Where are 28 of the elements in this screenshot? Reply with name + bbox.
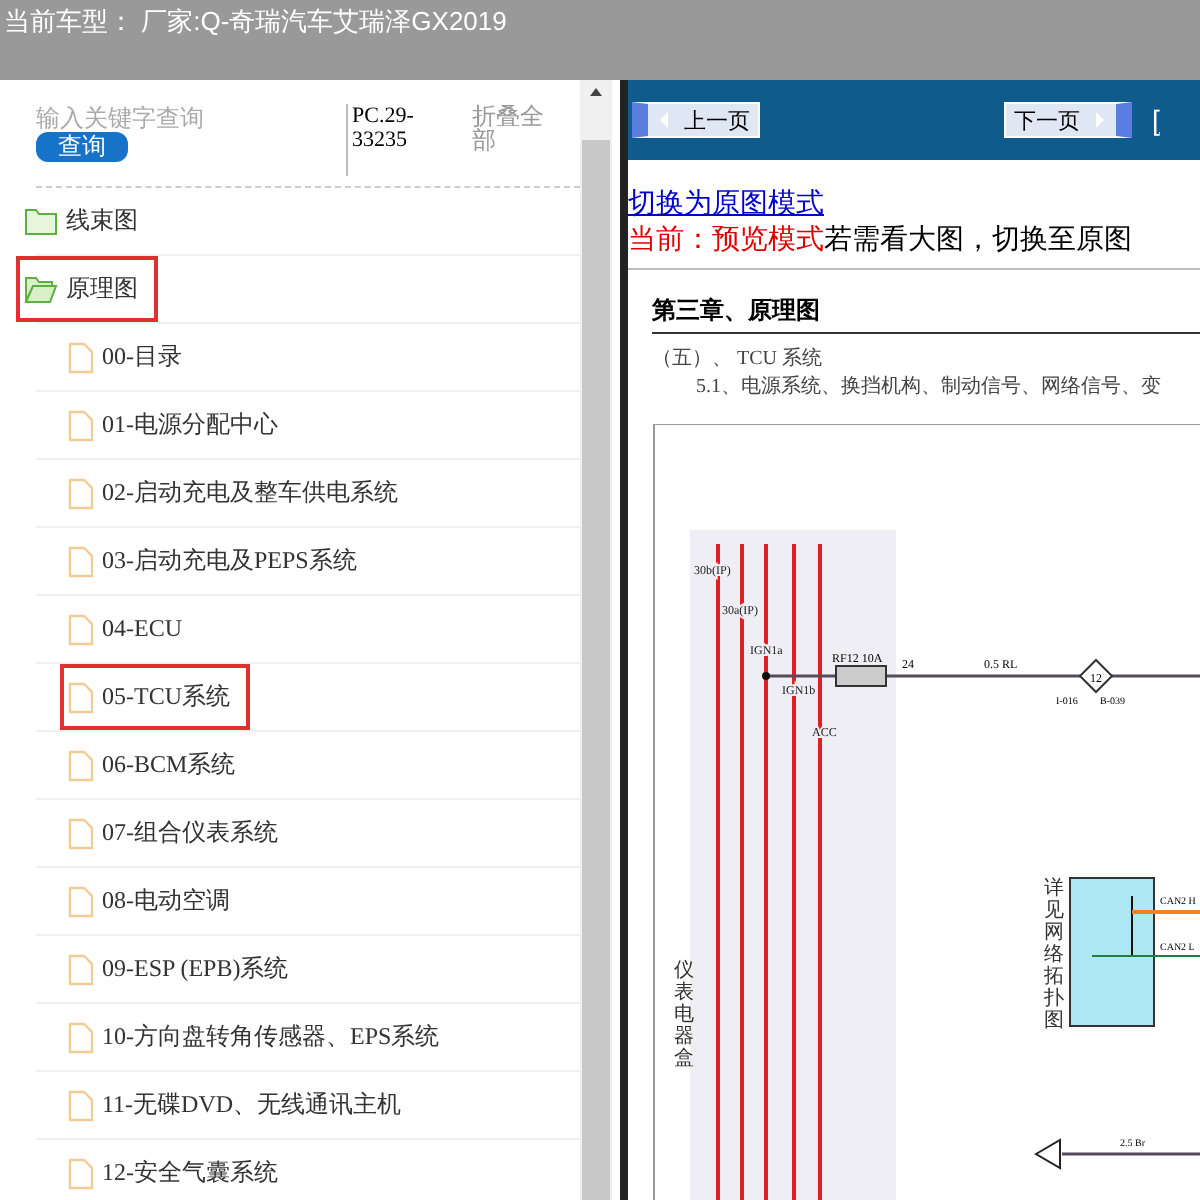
tree-file[interactable]: 00-目录: [60, 324, 202, 390]
tree-file[interactable]: 01-电源分配中心: [60, 392, 298, 458]
tree-file[interactable]: 08-电动空调: [60, 868, 250, 934]
document-code: PC.29-33235: [346, 104, 456, 176]
tree-file[interactable]: 02-启动充电及整车供电系统: [60, 460, 418, 526]
next-page-button[interactable]: 下一页: [1004, 102, 1132, 138]
switch-mode-link[interactable]: 切换为原图模式: [628, 184, 824, 220]
section-heading: （五）、 TCU 系统: [652, 345, 824, 372]
tree-file[interactable]: 10-方向盘转角传感器、EPS系统: [60, 1004, 460, 1070]
tree-folder[interactable]: 原理图: [16, 256, 158, 322]
subsection-heading: 5.1、电源系统、换挡机构、制动信号、网络信号、变: [696, 373, 1163, 400]
network-note: 详见网络拓扑图: [1044, 878, 1064, 1032]
window-title: 当前车型： 厂家:Q-奇瑞汽车艾瑞泽GX2019: [4, 6, 507, 36]
tree-file[interactable]: 06-BCM系统: [60, 732, 256, 798]
refresh-link[interactable]: [: [1152, 104, 1160, 136]
tree-file[interactable]: 09-ESP (EPB)系统: [60, 936, 309, 1002]
chapter-heading: 第三章、原理图: [652, 294, 1200, 334]
box-label: 仪表电器盒: [674, 960, 694, 1070]
tree-file[interactable]: 12-安全气囊系统: [60, 1140, 298, 1200]
previous-page-button[interactable]: 上一页: [632, 102, 760, 138]
mode-status: 当前：预览模式若需看大图，切换至原图: [628, 220, 1134, 256]
tree-file[interactable]: 11-无碟DVD、无线通讯主机: [60, 1072, 422, 1138]
tree-file[interactable]: 03-启动充电及PEPS系统: [60, 528, 377, 594]
tree-file[interactable]: 04-ECU: [60, 597, 202, 661]
tree-folder[interactable]: 线束图: [16, 188, 158, 254]
search-button[interactable]: 查询: [36, 132, 128, 162]
tree-file[interactable]: 07-组合仪表系统: [60, 800, 298, 866]
tree-file[interactable]: 05-TCU系统: [60, 664, 250, 730]
